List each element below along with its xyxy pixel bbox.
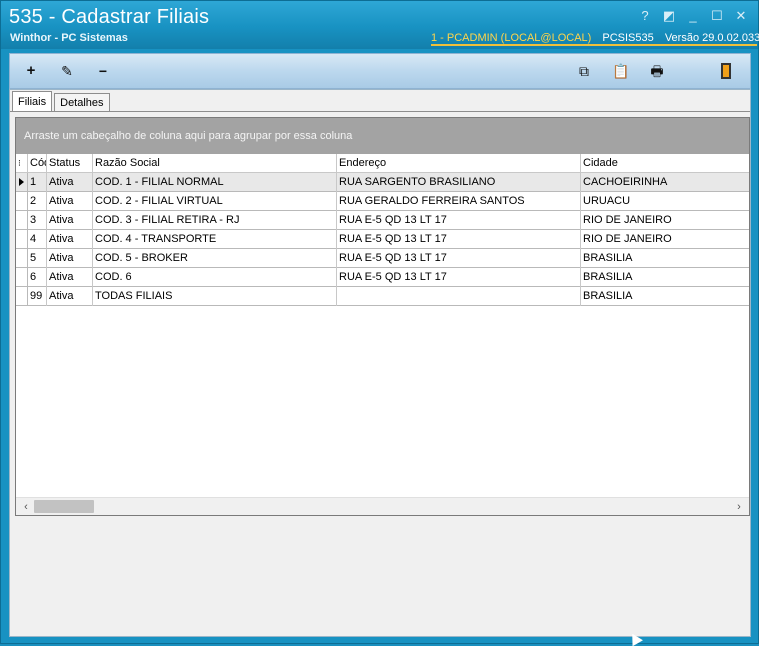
row-indicator [16, 249, 28, 268]
cell-razao-social: COD. 3 - FILIAL RETIRA - RJ [93, 211, 337, 230]
cell-cidade: CACHOEIRINHA [583, 176, 668, 188]
scroll-thumb[interactable] [34, 500, 94, 513]
maximize-icon[interactable]: ☐ [706, 7, 728, 25]
cell-status: Ativa [47, 192, 93, 211]
row-indicator [16, 230, 28, 249]
cell-endereco: RUA E-5 QD 13 LT 17 [337, 211, 581, 230]
cell-razao-social: COD. 1 - FILIAL NORMAL [93, 173, 337, 192]
table-row[interactable]: 6 Ativa COD. 6 RUA E-5 QD 13 LT 17 BRASI… [16, 268, 749, 287]
cell-razao-social: TODAS FILIAIS [93, 287, 337, 306]
tab-filiais[interactable]: Filiais [12, 91, 53, 112]
tab-divider [10, 111, 750, 112]
cell-cidade: RIO DE JANEIRO [583, 233, 672, 245]
cell-status: Ativa [47, 268, 93, 287]
table-row[interactable]: 99 Ativa TODAS FILIAIS BRASILIA [16, 287, 749, 306]
column-header-endereco[interactable]: Endereço [337, 154, 581, 173]
cell-cod: 5 [28, 249, 47, 268]
cell-cod: 3 [28, 211, 47, 230]
table-row[interactable]: 3 Ativa COD. 3 - FILIAL RETIRA - RJ RUA … [16, 211, 749, 230]
cell-razao-social: COD. 4 - TRANSPORTE [93, 230, 337, 249]
horizontal-scrollbar[interactable]: ‹ › [16, 497, 749, 515]
table-row[interactable]: 5 Ativa COD. 5 - BROKER RUA E-5 QD 13 LT… [16, 249, 749, 268]
cell-status: Ativa [47, 249, 93, 268]
cell-cidade: BRASILIA [583, 271, 633, 283]
cell-endereco [337, 287, 581, 306]
row-indicator [16, 287, 28, 306]
window-subtitle: Winthor - PC Sistemas [10, 32, 128, 44]
restore-icon[interactable]: ◩ [658, 7, 680, 25]
row-indicator [16, 211, 28, 230]
cell-cod: 99 [28, 287, 47, 306]
cell-razao-social: COD. 5 - BROKER [93, 249, 337, 268]
content-panel: Filiais Detalhes Arraste um cabeçalho de… [9, 89, 751, 637]
help-icon[interactable]: ? [634, 7, 656, 25]
cell-razao-social: COD. 2 - FILIAL VIRTUAL [93, 192, 337, 211]
toolbar: + ✎ − ⧉ 📋 🖶 [9, 53, 751, 89]
remove-button[interactable]: − [92, 61, 114, 81]
column-header-cod[interactable]: Cód [28, 154, 47, 173]
title-bar[interactable]: 535 - Cadastrar Filiais Winthor - PC Sis… [1, 1, 759, 49]
scroll-right-icon[interactable]: › [731, 498, 747, 516]
exit-button[interactable] [715, 61, 737, 81]
program-version: Versão 29.0.02.033 [664, 32, 759, 44]
row-indicator [16, 192, 28, 211]
cell-cod: 6 [28, 268, 47, 287]
cell-status: Ativa [47, 211, 93, 230]
cell-endereco: RUA E-5 QD 13 LT 17 [337, 268, 581, 287]
minimize-icon[interactable]: _ [682, 7, 704, 25]
print-button[interactable]: 🖶 [646, 61, 668, 81]
cell-cidade: RIO DE JANEIRO [583, 214, 672, 226]
cell-cidade: BRASILIA [583, 252, 633, 264]
cell-cidade: BRASILIA [583, 290, 633, 302]
window-title: 535 - Cadastrar Filiais [9, 6, 210, 28]
cell-endereco: RUA GERALDO FERREIRA SANTOS [337, 192, 581, 211]
session-user: 1 - PCADMIN (LOCAL@LOCAL) [431, 32, 592, 44]
current-row-arrow-icon [19, 178, 24, 186]
exit-door-icon [721, 63, 731, 79]
program-code: PCSIS535 [602, 32, 654, 44]
cell-status: Ativa [47, 173, 93, 192]
tab-detalhes[interactable]: Detalhes [54, 93, 110, 112]
app-window: 535 - Cadastrar Filiais Winthor - PC Sis… [0, 0, 759, 644]
table-row[interactable]: 1 Ativa COD. 1 - FILIAL NORMAL RUA SARGE… [16, 173, 749, 192]
cell-endereco: RUA E-5 QD 13 LT 17 [337, 249, 581, 268]
column-header-cidade[interactable]: Cidade [581, 154, 749, 173]
add-button[interactable]: + [20, 61, 42, 81]
grid-rows: 1 Ativa COD. 1 - FILIAL NORMAL RUA SARGE… [16, 173, 749, 306]
row-indicator [16, 268, 28, 287]
window-controls: ? ◩ _ ☐ ✕ [634, 7, 752, 25]
cell-cidade: URUACU [583, 195, 631, 207]
group-by-panel[interactable]: Arraste um cabeçalho de coluna aqui para… [16, 118, 749, 154]
cell-cod: 1 [28, 173, 47, 192]
row-indicator [16, 173, 28, 192]
session-info: 1 - PCADMIN (LOCAL@LOCAL) PCSIS535 Versã… [431, 32, 759, 46]
tab-strip: Filiais Detalhes [12, 91, 112, 113]
edit-button[interactable]: ✎ [56, 61, 78, 81]
copy-button[interactable]: ⧉ [573, 61, 595, 81]
branches-grid: Arraste um cabeçalho de coluna aqui para… [15, 117, 750, 516]
cell-cod: 2 [28, 192, 47, 211]
table-row[interactable]: 2 Ativa COD. 2 - FILIAL VIRTUAL RUA GERA… [16, 192, 749, 211]
close-icon[interactable]: ✕ [730, 7, 752, 25]
cell-razao-social: COD. 6 [93, 268, 337, 287]
column-header-status[interactable]: Status [47, 154, 93, 173]
column-header-razao-social[interactable]: Razão Social [93, 154, 337, 173]
grid-header: ⁝ Cód Status Razão Social Endereço Cidad… [16, 154, 749, 173]
cell-status: Ativa [47, 230, 93, 249]
cell-endereco: RUA SARGENTO BRASILIANO [337, 173, 581, 192]
column-chooser-icon[interactable]: ⁝ [16, 154, 28, 173]
cell-endereco: RUA E-5 QD 13 LT 17 [337, 230, 581, 249]
clipboard-button[interactable]: 📋 [610, 61, 632, 81]
scroll-left-icon[interactable]: ‹ [18, 498, 34, 516]
table-row[interactable]: 4 Ativa COD. 4 - TRANSPORTE RUA E-5 QD 1… [16, 230, 749, 249]
cell-status: Ativa [47, 287, 93, 306]
cell-cod: 4 [28, 230, 47, 249]
